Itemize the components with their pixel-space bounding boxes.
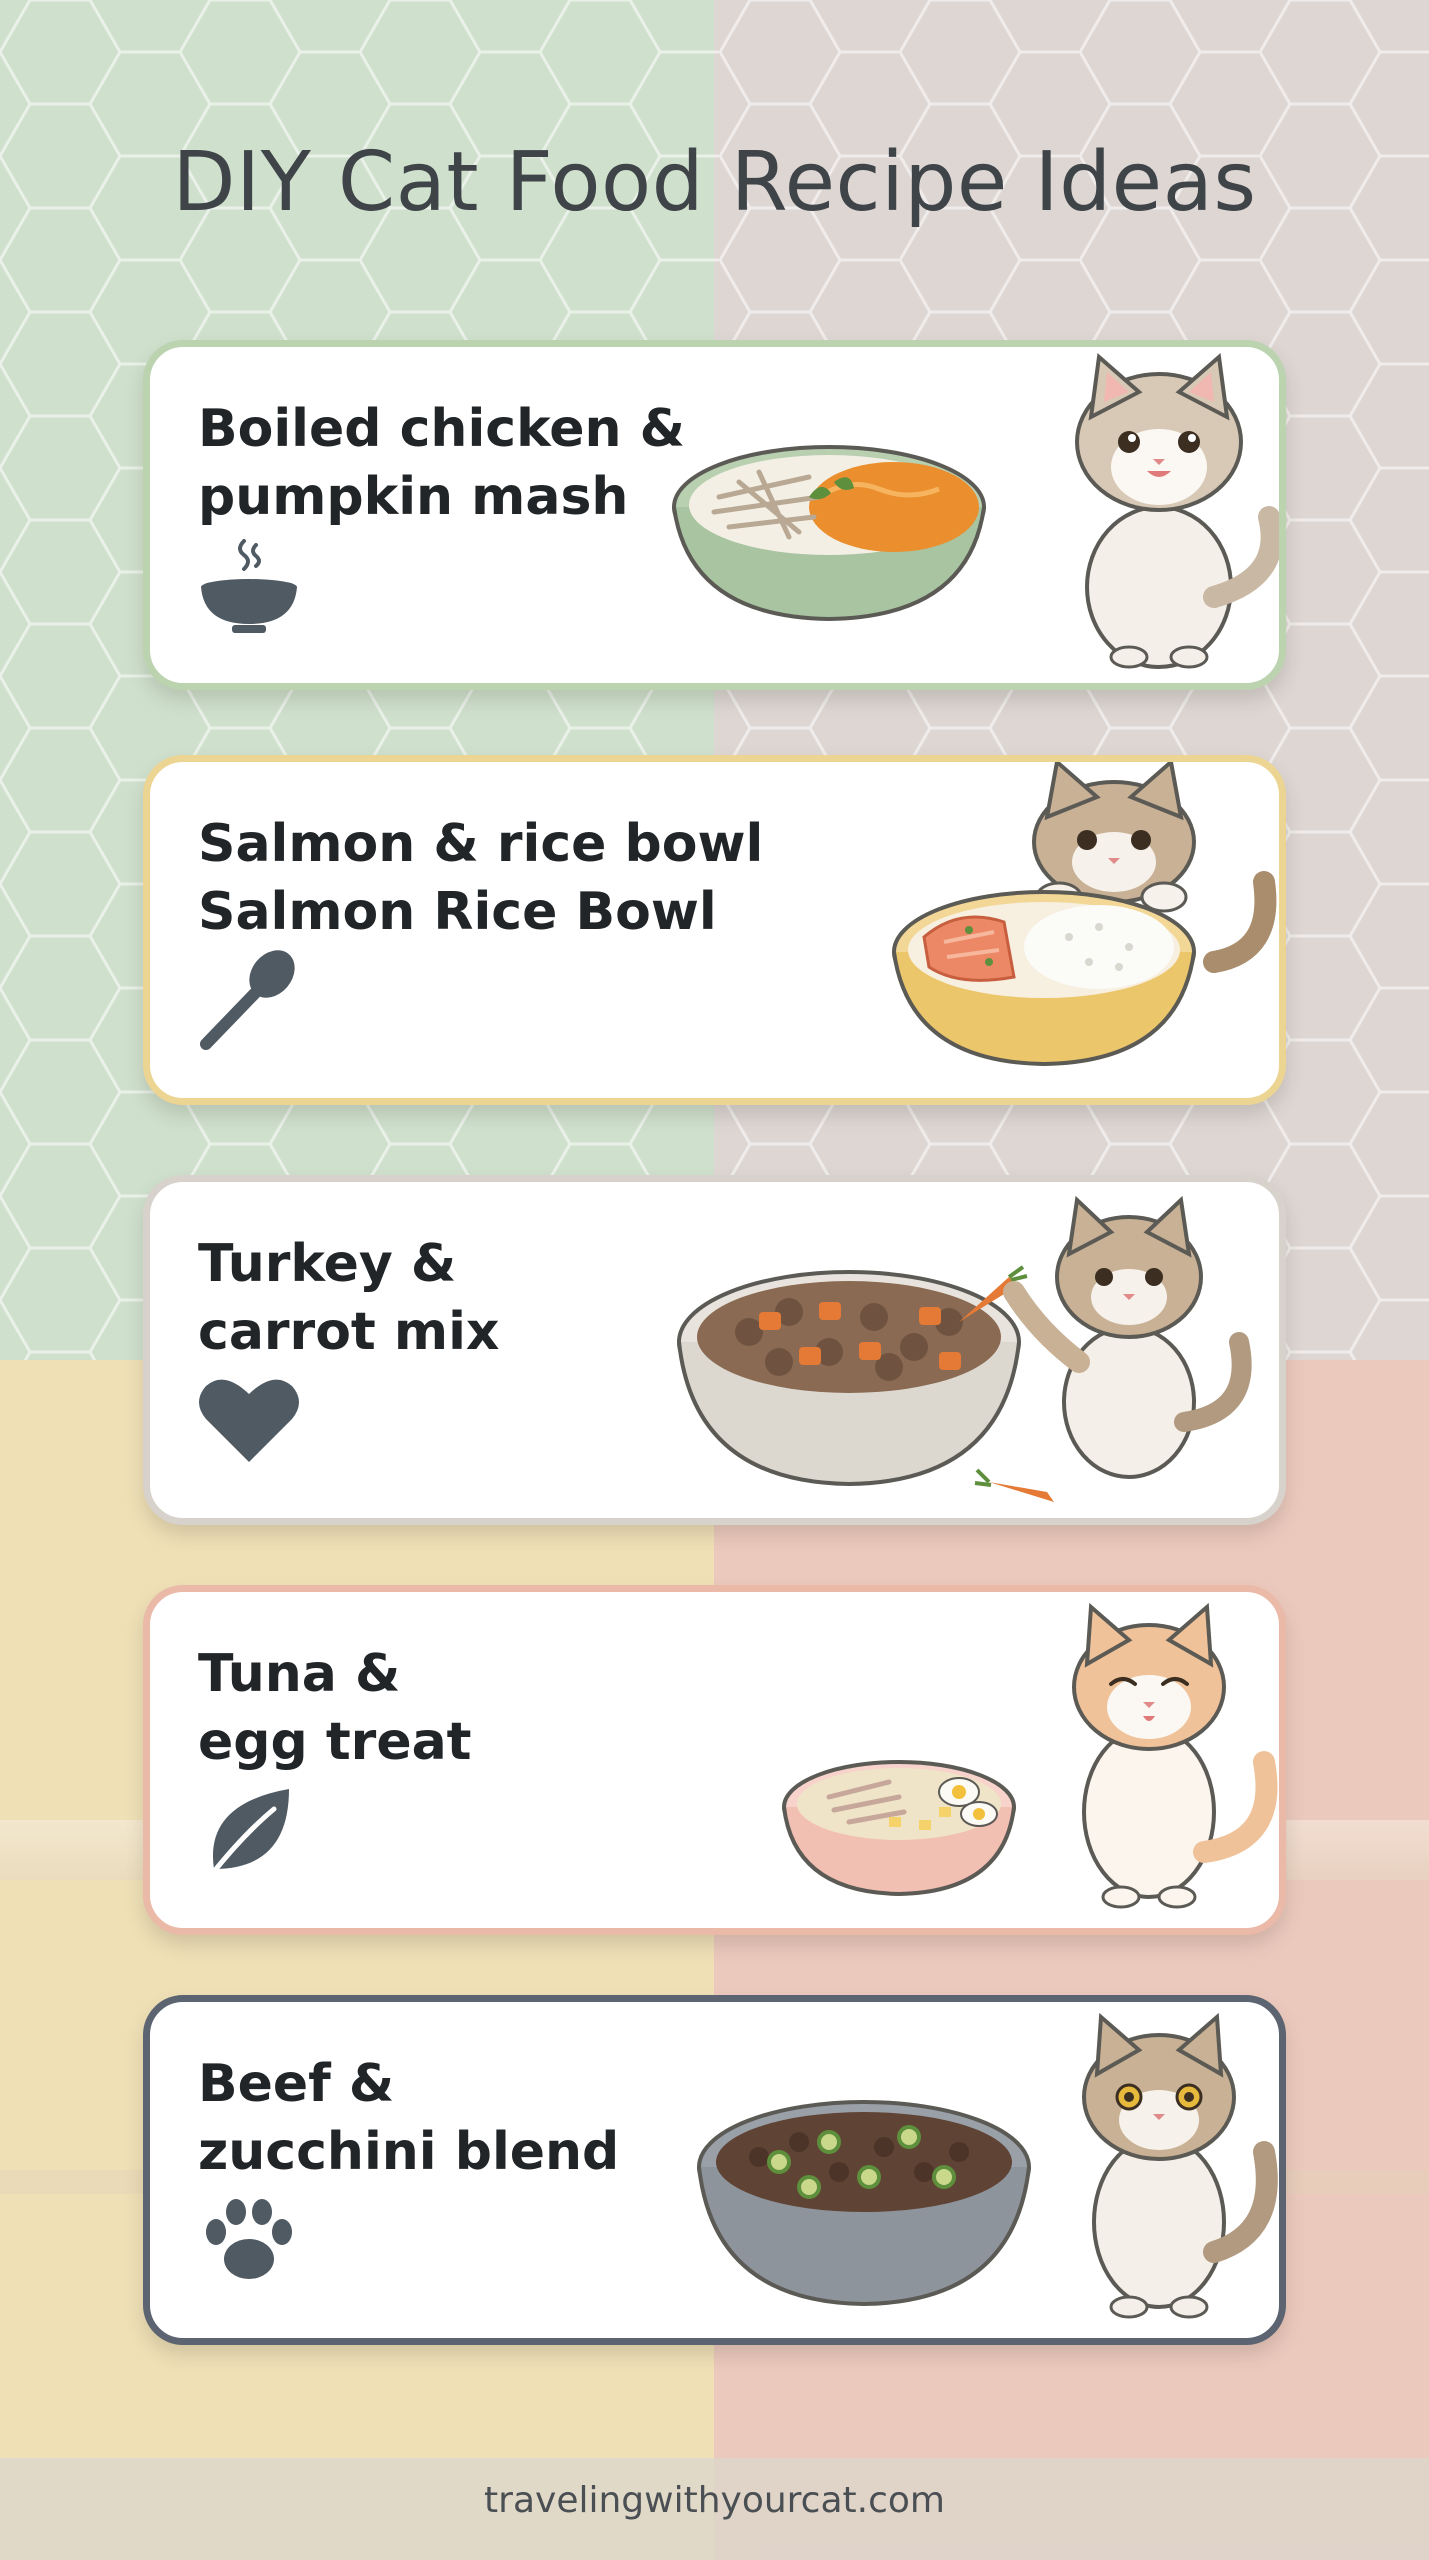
recipe-title-line1: Boiled chicken & [198,399,686,459]
recipe-title: Tuna & egg treat [198,1640,472,1776]
recipe-title-line2: carrot mix [198,1302,500,1362]
page-title: DIY Cat Food Recipe Ideas [172,135,1257,230]
salmon-rice-illustration [892,762,1277,1067]
background-yellow [0,1360,714,2560]
recipe-title: Beef & zucchini blend [198,2050,619,2186]
chicken-pumpkin-illustration [672,353,1279,669]
recipe-title-line1: Tuna & [198,1644,401,1704]
beef-zucchini-illustration [697,2012,1278,2319]
recipe-title-line2: pumpkin mash [198,467,629,527]
leaf-icon [209,1789,289,1877]
recipe-card-chicken-pumpkin[interactable]: Boiled chicken & pumpkin mash [143,340,1286,690]
footer-url[interactable]: travelingwithyourcat.com [0,2480,1429,2521]
spoon-icon [200,950,295,1050]
recipe-card-salmon-rice[interactable]: Salmon & rice bowl Salmon Rice Bowl [143,755,1286,1105]
recipe-title-line2: egg treat [198,1712,472,1772]
heart-icon [199,1379,299,1462]
tuna-egg-illustration [782,1602,1278,1909]
recipe-title: Turkey & carrot mix [198,1230,499,1366]
recipe-title-line2: zucchini blend [198,2122,620,2182]
paw-icon [206,2199,292,2279]
bowl-icon [201,539,297,633]
recipe-title-line1: Beef & [198,2054,395,2114]
recipe-title: Boiled chicken & pumpkin mash [198,395,685,531]
background-pink [714,1360,1429,2560]
recipe-card-beef-zucchini[interactable]: Beef & zucchini blend [143,1995,1286,2345]
turkey-carrot-illustration [677,1195,1252,1502]
recipe-title-line1: Turkey & [198,1234,457,1294]
recipe-card-turkey-carrot[interactable]: Turkey & carrot mix [143,1175,1286,1525]
recipe-card-tuna-egg[interactable]: Tuna & egg treat [143,1585,1286,1935]
